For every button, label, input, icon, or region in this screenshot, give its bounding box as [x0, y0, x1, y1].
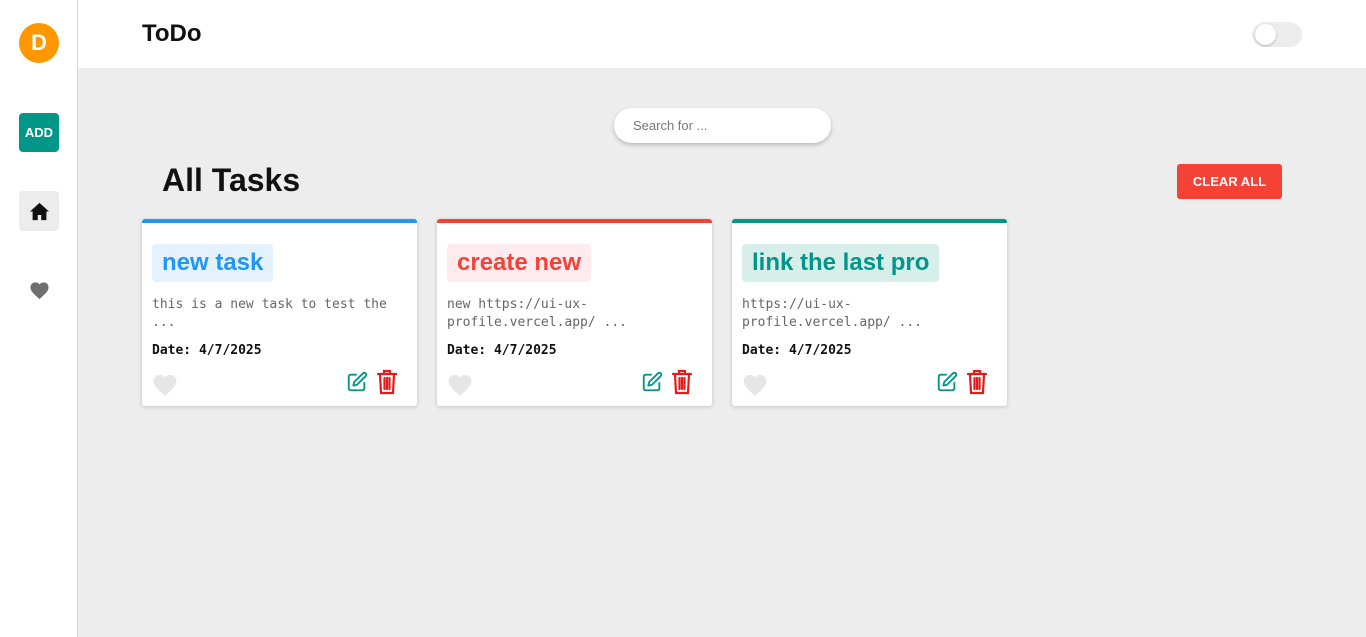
sidebar: D ADD: [0, 0, 78, 637]
task-date: Date: 4/7/2025: [447, 343, 557, 358]
favorite-heart-icon[interactable]: [152, 373, 178, 397]
edit-icon[interactable]: [641, 371, 663, 393]
edit-icon[interactable]: [936, 371, 958, 393]
page-title: All Tasks: [162, 162, 301, 198]
home-icon: [29, 202, 49, 220]
delete-icon[interactable]: [966, 369, 988, 395]
top-bar: ToDo: [78, 0, 1366, 68]
app-title: ToDo: [142, 20, 202, 47]
home-nav-button[interactable]: [19, 191, 59, 231]
task-description: https://ui-ux-profile.vercel.app/ ...: [742, 297, 923, 330]
favorite-heart-icon[interactable]: [742, 373, 768, 397]
task-card: create new new https://ui-ux-profile.ver…: [437, 219, 712, 406]
task-card: new task this is a new task to test the …: [142, 219, 417, 406]
heart-icon: [29, 281, 49, 299]
clear-all-button[interactable]: CLEAR ALL: [1177, 164, 1282, 199]
toggle-knob: [1255, 24, 1276, 45]
edit-icon[interactable]: [346, 371, 368, 393]
delete-icon[interactable]: [376, 369, 398, 395]
task-description: new https://ui-ux-profile.vercel.app/ ..…: [447, 297, 628, 330]
theme-toggle[interactable]: [1252, 22, 1302, 47]
task-date: Date: 4/7/2025: [742, 343, 852, 358]
add-task-button[interactable]: ADD: [19, 113, 59, 152]
favorite-heart-icon[interactable]: [447, 373, 473, 397]
task-title: create new: [447, 244, 592, 282]
favorites-nav-button[interactable]: [19, 270, 59, 310]
search-input[interactable]: [614, 108, 831, 143]
task-title: link the last pro: [742, 244, 940, 282]
avatar[interactable]: D: [19, 23, 59, 63]
task-date: Date: 4/7/2025: [152, 343, 262, 358]
task-card: link the last pro https://ui-ux-profile.…: [732, 219, 1007, 406]
delete-icon[interactable]: [671, 369, 693, 395]
task-title: new task: [152, 244, 274, 282]
task-description: this is a new task to test the ...: [152, 297, 387, 330]
